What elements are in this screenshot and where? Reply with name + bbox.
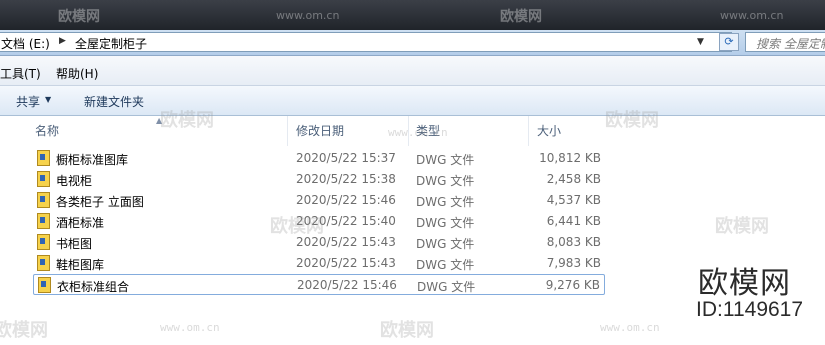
watermark-brand: 欧模网 bbox=[380, 320, 434, 341]
file-size: 8,083 KB bbox=[546, 235, 601, 249]
watermark-brand: 欧模网 bbox=[0, 320, 48, 341]
file-name: 酒柜标准 bbox=[56, 216, 105, 230]
menu-bar: 工具(T) 帮助(H) bbox=[0, 56, 825, 86]
title-bar: 欧模网 www.om.cn 欧模网 www.om.cn bbox=[0, 0, 825, 30]
column-divider[interactable] bbox=[287, 116, 288, 146]
file-name: 书柜图 bbox=[56, 237, 93, 251]
file-size: 2,458 KB bbox=[546, 172, 601, 186]
file-name: 各类柜子 立面图 bbox=[56, 195, 144, 209]
file-row[interactable]: 鞋柜图库 2020/5/22 15:43 DWG 文件 7,983 KB bbox=[33, 253, 605, 274]
file-size: 10,812 KB bbox=[539, 151, 601, 165]
watermark-url: www.om.cn bbox=[160, 321, 220, 334]
file-row[interactable]: 橱柜标准图库 2020/5/22 15:37 DWG 文件 10,812 KB bbox=[33, 148, 605, 169]
watermark-brand-large: 欧模网 bbox=[698, 266, 791, 301]
file-name: 橱柜标准图库 bbox=[56, 153, 129, 167]
chevron-down-icon[interactable]: ▼ bbox=[697, 37, 704, 47]
file-type: DWG 文件 bbox=[416, 237, 475, 251]
file-size: 4,537 KB bbox=[546, 193, 601, 207]
file-size: 6,441 KB bbox=[546, 214, 601, 228]
watermark-brand: 欧模网 bbox=[500, 9, 542, 25]
file-size: 9,276 KB bbox=[545, 278, 600, 292]
watermark-brand: 欧模网 bbox=[605, 110, 659, 131]
file-type: DWG 文件 bbox=[417, 280, 476, 294]
search-input[interactable]: 搜索 全屋定制柜子 bbox=[745, 32, 825, 52]
file-date: 2020/5/22 15:38 bbox=[296, 172, 396, 186]
watermark-url: www.om.cn bbox=[388, 126, 448, 139]
new-folder-button[interactable]: 新建文件夹 bbox=[84, 93, 144, 110]
menu-tools[interactable]: 工具(T) bbox=[0, 65, 41, 82]
breadcrumb-drive[interactable]: 文档 (E:) bbox=[1, 35, 50, 52]
column-header-name[interactable]: 名称 bbox=[35, 122, 59, 139]
dwg-file-icon bbox=[38, 277, 51, 293]
dwg-file-icon bbox=[37, 213, 50, 229]
file-type: DWG 文件 bbox=[416, 153, 475, 167]
column-header-size[interactable]: 大小 bbox=[537, 122, 561, 139]
address-row: 文档 (E:) ▶ 全屋定制柜子 ▼ ⟳ 搜索 全屋定制柜子 bbox=[0, 30, 825, 56]
breadcrumb-arrow-icon[interactable]: ▶ bbox=[59, 36, 66, 46]
file-row[interactable]: 电视柜 2020/5/22 15:38 DWG 文件 2,458 KB bbox=[33, 169, 605, 190]
breadcrumb-folder[interactable]: 全屋定制柜子 bbox=[75, 35, 147, 52]
dwg-file-icon bbox=[37, 255, 50, 271]
share-dropdown-icon[interactable]: ▼ bbox=[45, 95, 51, 104]
dwg-file-icon bbox=[37, 192, 50, 208]
watermark-url: www.om.cn bbox=[600, 321, 660, 334]
dwg-file-icon bbox=[37, 150, 50, 166]
file-name: 鞋柜图库 bbox=[56, 258, 105, 272]
file-date: 2020/5/22 15:43 bbox=[296, 256, 396, 270]
file-row[interactable]: 衣柜标准组合 2020/5/22 15:46 DWG 文件 9,276 KB bbox=[33, 274, 605, 295]
search-placeholder: 搜索 全屋定制柜子 bbox=[756, 37, 825, 51]
file-type: DWG 文件 bbox=[416, 174, 475, 188]
watermark-id: ID:1149617 bbox=[696, 298, 804, 321]
menu-help[interactable]: 帮助(H) bbox=[56, 65, 98, 82]
file-date: 2020/5/22 15:46 bbox=[296, 193, 396, 207]
refresh-icon[interactable]: ⟳ bbox=[719, 33, 739, 51]
watermark-brand: 欧模网 bbox=[270, 216, 324, 237]
share-button[interactable]: 共享 bbox=[16, 93, 40, 110]
file-type: DWG 文件 bbox=[416, 258, 475, 272]
watermark-brand: 欧模网 bbox=[715, 216, 769, 237]
file-name: 衣柜标准组合 bbox=[57, 280, 130, 294]
watermark-url: www.om.cn bbox=[276, 9, 340, 22]
dwg-file-icon bbox=[37, 234, 50, 250]
file-type: DWG 文件 bbox=[416, 216, 475, 230]
file-row[interactable]: 各类柜子 立面图 2020/5/22 15:46 DWG 文件 4,537 KB bbox=[33, 190, 605, 211]
file-name: 电视柜 bbox=[56, 174, 93, 188]
column-divider[interactable] bbox=[528, 116, 529, 146]
address-bar[interactable]: 文档 (E:) ▶ 全屋定制柜子 ▼ bbox=[0, 32, 732, 52]
column-header-date[interactable]: 修改日期 bbox=[296, 122, 344, 139]
dwg-file-icon bbox=[37, 171, 50, 187]
file-type: DWG 文件 bbox=[416, 195, 475, 209]
watermark-brand: 欧模网 bbox=[58, 9, 100, 25]
watermark-url: www.om.cn bbox=[720, 9, 784, 22]
watermark-brand: 欧模网 bbox=[160, 110, 214, 131]
file-date: 2020/5/22 15:46 bbox=[297, 278, 397, 292]
file-date: 2020/5/22 15:37 bbox=[296, 151, 396, 165]
file-size: 7,983 KB bbox=[546, 256, 601, 270]
command-toolbar: 共享 ▼ 新建文件夹 bbox=[0, 86, 825, 116]
